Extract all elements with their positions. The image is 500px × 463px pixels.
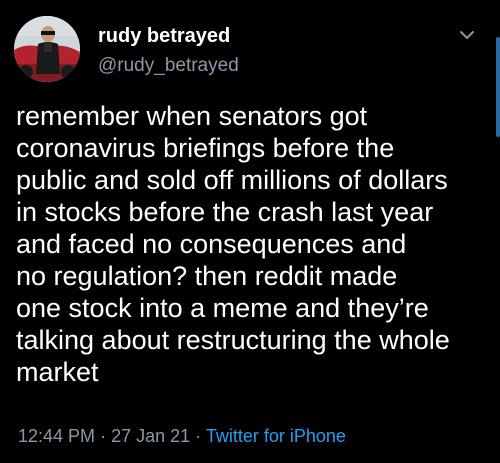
tweet-card: rudy betrayed @rudy_betrayed remember wh… xyxy=(0,0,500,463)
display-name[interactable]: rudy betrayed xyxy=(98,25,230,48)
tweet-date[interactable]: 27 Jan 21 xyxy=(111,426,190,446)
avatar[interactable] xyxy=(14,16,80,82)
chevron-down-icon[interactable] xyxy=(456,24,478,46)
tweet-time[interactable]: 12:44 PM xyxy=(18,426,95,446)
user-handle[interactable]: @rudy_betrayed xyxy=(98,55,239,77)
meta-separator: · xyxy=(195,426,202,446)
scrollbar[interactable] xyxy=(496,37,500,137)
tweet-source-link[interactable]: Twitter for iPhone xyxy=(206,426,346,446)
tweet-text: remember when senators got coronavirus b… xyxy=(16,101,450,387)
meta-separator: · xyxy=(100,426,107,446)
avatar-photo xyxy=(14,16,80,82)
tweet-meta: 12:44 PM · 27 Jan 21 · Twitter for iPhon… xyxy=(18,426,346,447)
